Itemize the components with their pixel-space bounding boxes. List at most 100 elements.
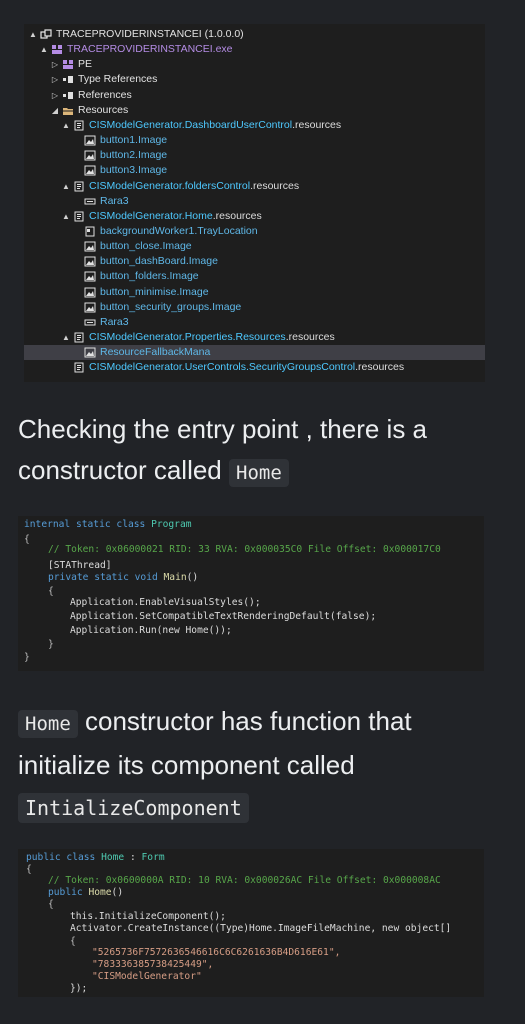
tree-node[interactable]: backgroundWorker1.TrayLocation bbox=[24, 224, 485, 239]
code-screenshot-home: public class Home : Form { // Token: 0x0… bbox=[18, 849, 484, 997]
tree-node[interactable]: button_dashBoard.Image bbox=[24, 254, 485, 269]
tree-node-label: ResourceFallbackMana bbox=[100, 346, 211, 359]
tree-node[interactable]: ◢ Resources bbox=[24, 103, 485, 118]
collapse-arrow-icon[interactable]: ▲ bbox=[39, 42, 49, 57]
tree-node[interactable]: ▲ CISModelGenerator.DashboardUserControl.… bbox=[24, 118, 485, 133]
tree-node-label: CISModelGenerator.UserControls.SecurityG… bbox=[89, 361, 405, 374]
tree-node-label: button2.Image bbox=[100, 149, 168, 162]
code-base-class: Form bbox=[141, 852, 165, 863]
tree-node-label: backgroundWorker1.TrayLocation bbox=[100, 224, 258, 237]
code-line: { bbox=[48, 899, 54, 910]
image-icon bbox=[84, 135, 96, 146]
collapse-arrow-icon[interactable]: ▲ bbox=[61, 179, 71, 194]
tree-node[interactable]: ▷ Type References bbox=[24, 72, 485, 87]
tree-node-label: button_security_groups.Image bbox=[100, 300, 242, 313]
image-icon bbox=[84, 271, 96, 282]
tree-node-label: Type References bbox=[78, 73, 158, 86]
tree-node[interactable]: ▲ TRACEPROVIDERINSTANCEI (1.0.0.0) bbox=[24, 27, 485, 42]
resource-file-icon bbox=[73, 211, 85, 222]
folder-icon bbox=[62, 105, 74, 116]
code-method-name: Main bbox=[163, 572, 187, 583]
code-line: { bbox=[70, 936, 76, 947]
tree-node-label: CISModelGenerator.Home.resources bbox=[89, 209, 262, 222]
tree-node[interactable]: button1.Image bbox=[24, 133, 485, 148]
tree-node[interactable]: ▲ CISModelGenerator.Home.resources bbox=[24, 209, 485, 224]
image-icon bbox=[84, 256, 96, 267]
tree-node[interactable]: button2.Image bbox=[24, 148, 485, 163]
tree-node-label: TRACEPROVIDERINSTANCEI.exe bbox=[67, 43, 233, 56]
tree-node-label: button_dashBoard.Image bbox=[100, 255, 218, 268]
inline-code-initialize-component: IntializeComponent bbox=[18, 793, 249, 823]
collapse-arrow-icon[interactable]: ▲ bbox=[61, 209, 71, 224]
tree-node-label: TRACEPROVIDERINSTANCEI (1.0.0.0) bbox=[56, 28, 244, 40]
resource-tree-screenshot: ▲ TRACEPROVIDERINSTANCEI (1.0.0.0) ▲ TRACEP… bbox=[24, 24, 485, 382]
module-icon bbox=[51, 44, 63, 55]
code-line: Application.Run(new Home()); bbox=[70, 625, 232, 636]
tree-node[interactable]: Rara3 bbox=[24, 194, 485, 209]
tree-node-label: CISModelGenerator.foldersControl.resourc… bbox=[89, 179, 300, 192]
code-comment: // Token: 0x06000021 RID: 33 RVA: 0x0000… bbox=[48, 544, 441, 555]
code-class-name: Program bbox=[151, 519, 192, 530]
tree-node[interactable]: button_close.Image bbox=[24, 239, 485, 254]
tree-node[interactable]: CISModelGenerator.UserControls.SecurityG… bbox=[24, 360, 485, 375]
paragraph-text: Checking the entry point , there is a co… bbox=[18, 414, 428, 485]
resource-file-icon bbox=[73, 181, 85, 192]
paragraph-entry-point: Checking the entry point , there is a co… bbox=[18, 409, 508, 494]
tree-node-label: button3.Image bbox=[100, 164, 168, 177]
binary-icon bbox=[84, 317, 96, 328]
tree-node[interactable]: ▲ TRACEPROVIDERINSTANCEI.exe bbox=[24, 42, 485, 57]
collapse-arrow-icon[interactable]: ▲ bbox=[61, 330, 71, 345]
references-icon bbox=[62, 74, 74, 85]
resource-file-icon bbox=[73, 332, 85, 343]
expand-arrow-icon[interactable]: ▷ bbox=[50, 72, 60, 87]
tree-node-label: button_minimise.Image bbox=[100, 285, 209, 298]
image-icon bbox=[84, 150, 96, 161]
tree-node-label: References bbox=[78, 88, 132, 101]
code-line: Application.SetCompatibleTextRenderingDe… bbox=[70, 611, 377, 622]
image-icon bbox=[84, 287, 96, 298]
tree-node[interactable]: ▲ CISModelGenerator.Properties.Resources.… bbox=[24, 330, 485, 345]
image-icon bbox=[84, 165, 96, 176]
collapse-arrow-icon[interactable]: ◢ bbox=[50, 103, 60, 118]
resource-file-icon bbox=[73, 120, 85, 131]
image-icon bbox=[84, 347, 96, 358]
code-class-name: Home bbox=[101, 852, 125, 863]
tree-node-label: Rara3 bbox=[100, 194, 129, 207]
collapse-arrow-icon[interactable]: ▲ bbox=[28, 27, 38, 42]
assembly-icon bbox=[40, 29, 52, 40]
tree-node-label: button_close.Image bbox=[100, 240, 192, 253]
paragraph-text: constructor has function that initialize… bbox=[18, 706, 412, 780]
code-line: Application.EnableVisualStyles(); bbox=[70, 597, 261, 608]
tree-node[interactable]: button_minimise.Image bbox=[24, 285, 485, 300]
tree-node[interactable]: Rara3 bbox=[24, 315, 485, 330]
tree-node-label: Resources bbox=[78, 103, 129, 116]
tree-node[interactable]: button_security_groups.Image bbox=[24, 300, 485, 315]
tree-node-label: Rara3 bbox=[100, 315, 129, 328]
binary-icon bbox=[84, 196, 96, 207]
tree-node[interactable]: ▷ PE bbox=[24, 57, 485, 72]
image-icon bbox=[84, 241, 96, 252]
code-line: } bbox=[48, 639, 54, 650]
tree-node-label: CISModelGenerator.DashboardUserControl.r… bbox=[89, 118, 342, 131]
module-icon bbox=[62, 59, 74, 70]
paragraph-constructor: Home constructor has function that initi… bbox=[18, 701, 508, 829]
tree-node[interactable]: ResourceFallbackMana bbox=[24, 345, 485, 361]
tree-node[interactable]: ▷ References bbox=[24, 88, 485, 103]
code-line: Activator.CreateInstance((Type)Home.Imag… bbox=[70, 923, 452, 934]
code-keyword: internal static class bbox=[24, 519, 146, 530]
expand-arrow-icon[interactable]: ▷ bbox=[50, 88, 60, 103]
code-keyword: public class bbox=[26, 852, 96, 863]
tree-node-label: button1.Image bbox=[100, 134, 168, 147]
code-screenshot-program: internal static class Program { // Token… bbox=[18, 516, 484, 671]
serialized-icon bbox=[84, 226, 96, 237]
image-icon bbox=[84, 302, 96, 313]
code-line: { bbox=[26, 864, 32, 875]
code-line: { bbox=[24, 534, 30, 545]
resource-file-icon bbox=[73, 362, 85, 373]
collapse-arrow-icon[interactable]: ▲ bbox=[61, 118, 71, 133]
tree-node[interactable]: button3.Image bbox=[24, 163, 485, 178]
tree-node[interactable]: ▲ CISModelGenerator.foldersControl.resour… bbox=[24, 179, 485, 194]
code-line: }); bbox=[70, 983, 88, 994]
tree-node[interactable]: button_folders.Image bbox=[24, 269, 485, 284]
expand-arrow-icon[interactable]: ▷ bbox=[50, 57, 60, 72]
